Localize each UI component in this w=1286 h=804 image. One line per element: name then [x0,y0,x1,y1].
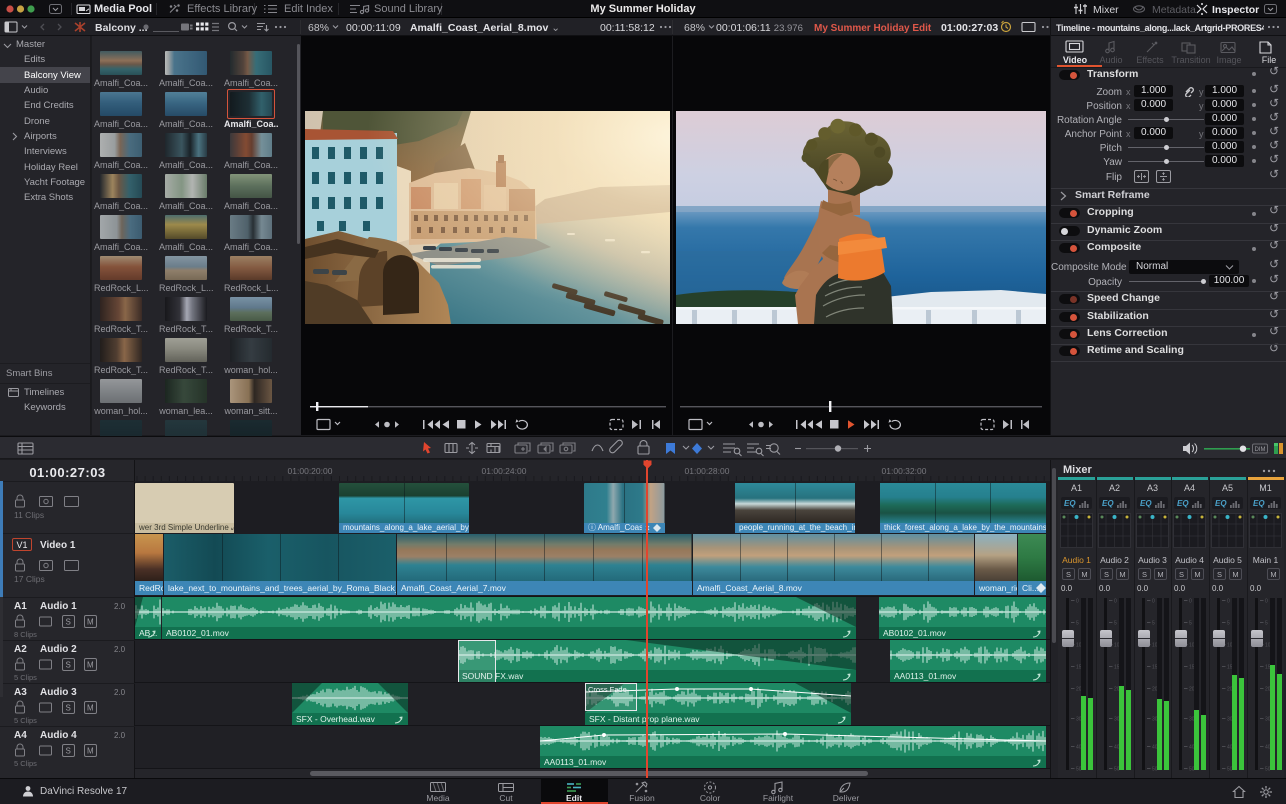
svg-text:S: S [66,747,71,756]
svg-text:M: M [87,661,94,670]
svg-text:S: S [66,704,71,713]
svg-text:5: 5 [1189,621,1192,627]
svg-text:0: 0 [1114,599,1117,605]
svg-text:0: 0 [1265,599,1268,605]
svg-text:DIM: DIM [1255,447,1266,453]
svg-text:5: 5 [1114,621,1117,627]
svg-text:0: 0 [1227,599,1230,605]
svg-text:5: 5 [1152,621,1155,627]
svg-text:M: M [87,618,94,627]
svg-text:0: 0 [1076,599,1079,605]
svg-text:S: S [66,661,71,670]
svg-text:0: 0 [1189,599,1192,605]
svg-text:5: 5 [1076,621,1079,627]
svg-text:0: 0 [1152,599,1155,605]
svg-text:5: 5 [1265,621,1268,627]
svg-text:M: M [87,747,94,756]
svg-text:5: 5 [1227,621,1230,627]
svg-text:S: S [66,618,71,627]
svg-text:M: M [87,704,94,713]
